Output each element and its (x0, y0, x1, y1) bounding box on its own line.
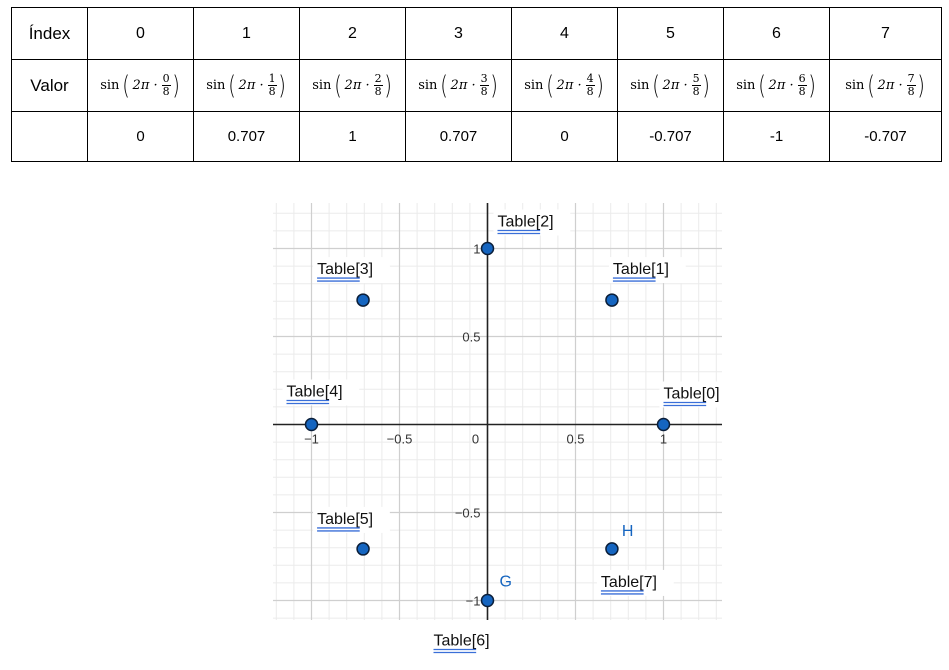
y-tick-label: 1 (473, 242, 480, 257)
point-label: Table[6] (434, 633, 490, 650)
y-tick-label: 0.5 (462, 330, 480, 345)
x-tick-label: 1 (660, 432, 667, 447)
data-point (304, 417, 319, 432)
point-label: Table[2] (498, 214, 554, 231)
point-name: G (500, 574, 512, 591)
point-label: Table[5] (317, 511, 373, 528)
y-tick-label: −1 (466, 594, 481, 609)
data-point (356, 542, 370, 556)
point-label: Table[0] (664, 386, 720, 403)
data-point (356, 293, 370, 307)
data-point (605, 542, 619, 556)
x-tick-label: 0 (472, 432, 479, 447)
x-tick-label: 0.5 (566, 432, 584, 447)
data-point (480, 593, 495, 608)
data-point (480, 241, 495, 256)
data-point (605, 293, 619, 307)
point-label: Table[1] (613, 261, 669, 278)
point-label: Table[7] (601, 574, 657, 591)
scatter-plot: −1 −0.5 0 0.5 1 −1 −0.5 0.5 1 Table[0] Table[1] Tab… (273, 203, 737, 655)
point-label: Table[3] (317, 261, 373, 278)
x-tick-label: −0.5 (387, 432, 413, 447)
point-name: H (622, 523, 634, 540)
point-label: Table[4] (287, 384, 343, 401)
x-tick-label: −1 (304, 432, 319, 447)
data-point (656, 417, 671, 432)
y-tick-label: −0.5 (455, 506, 481, 521)
